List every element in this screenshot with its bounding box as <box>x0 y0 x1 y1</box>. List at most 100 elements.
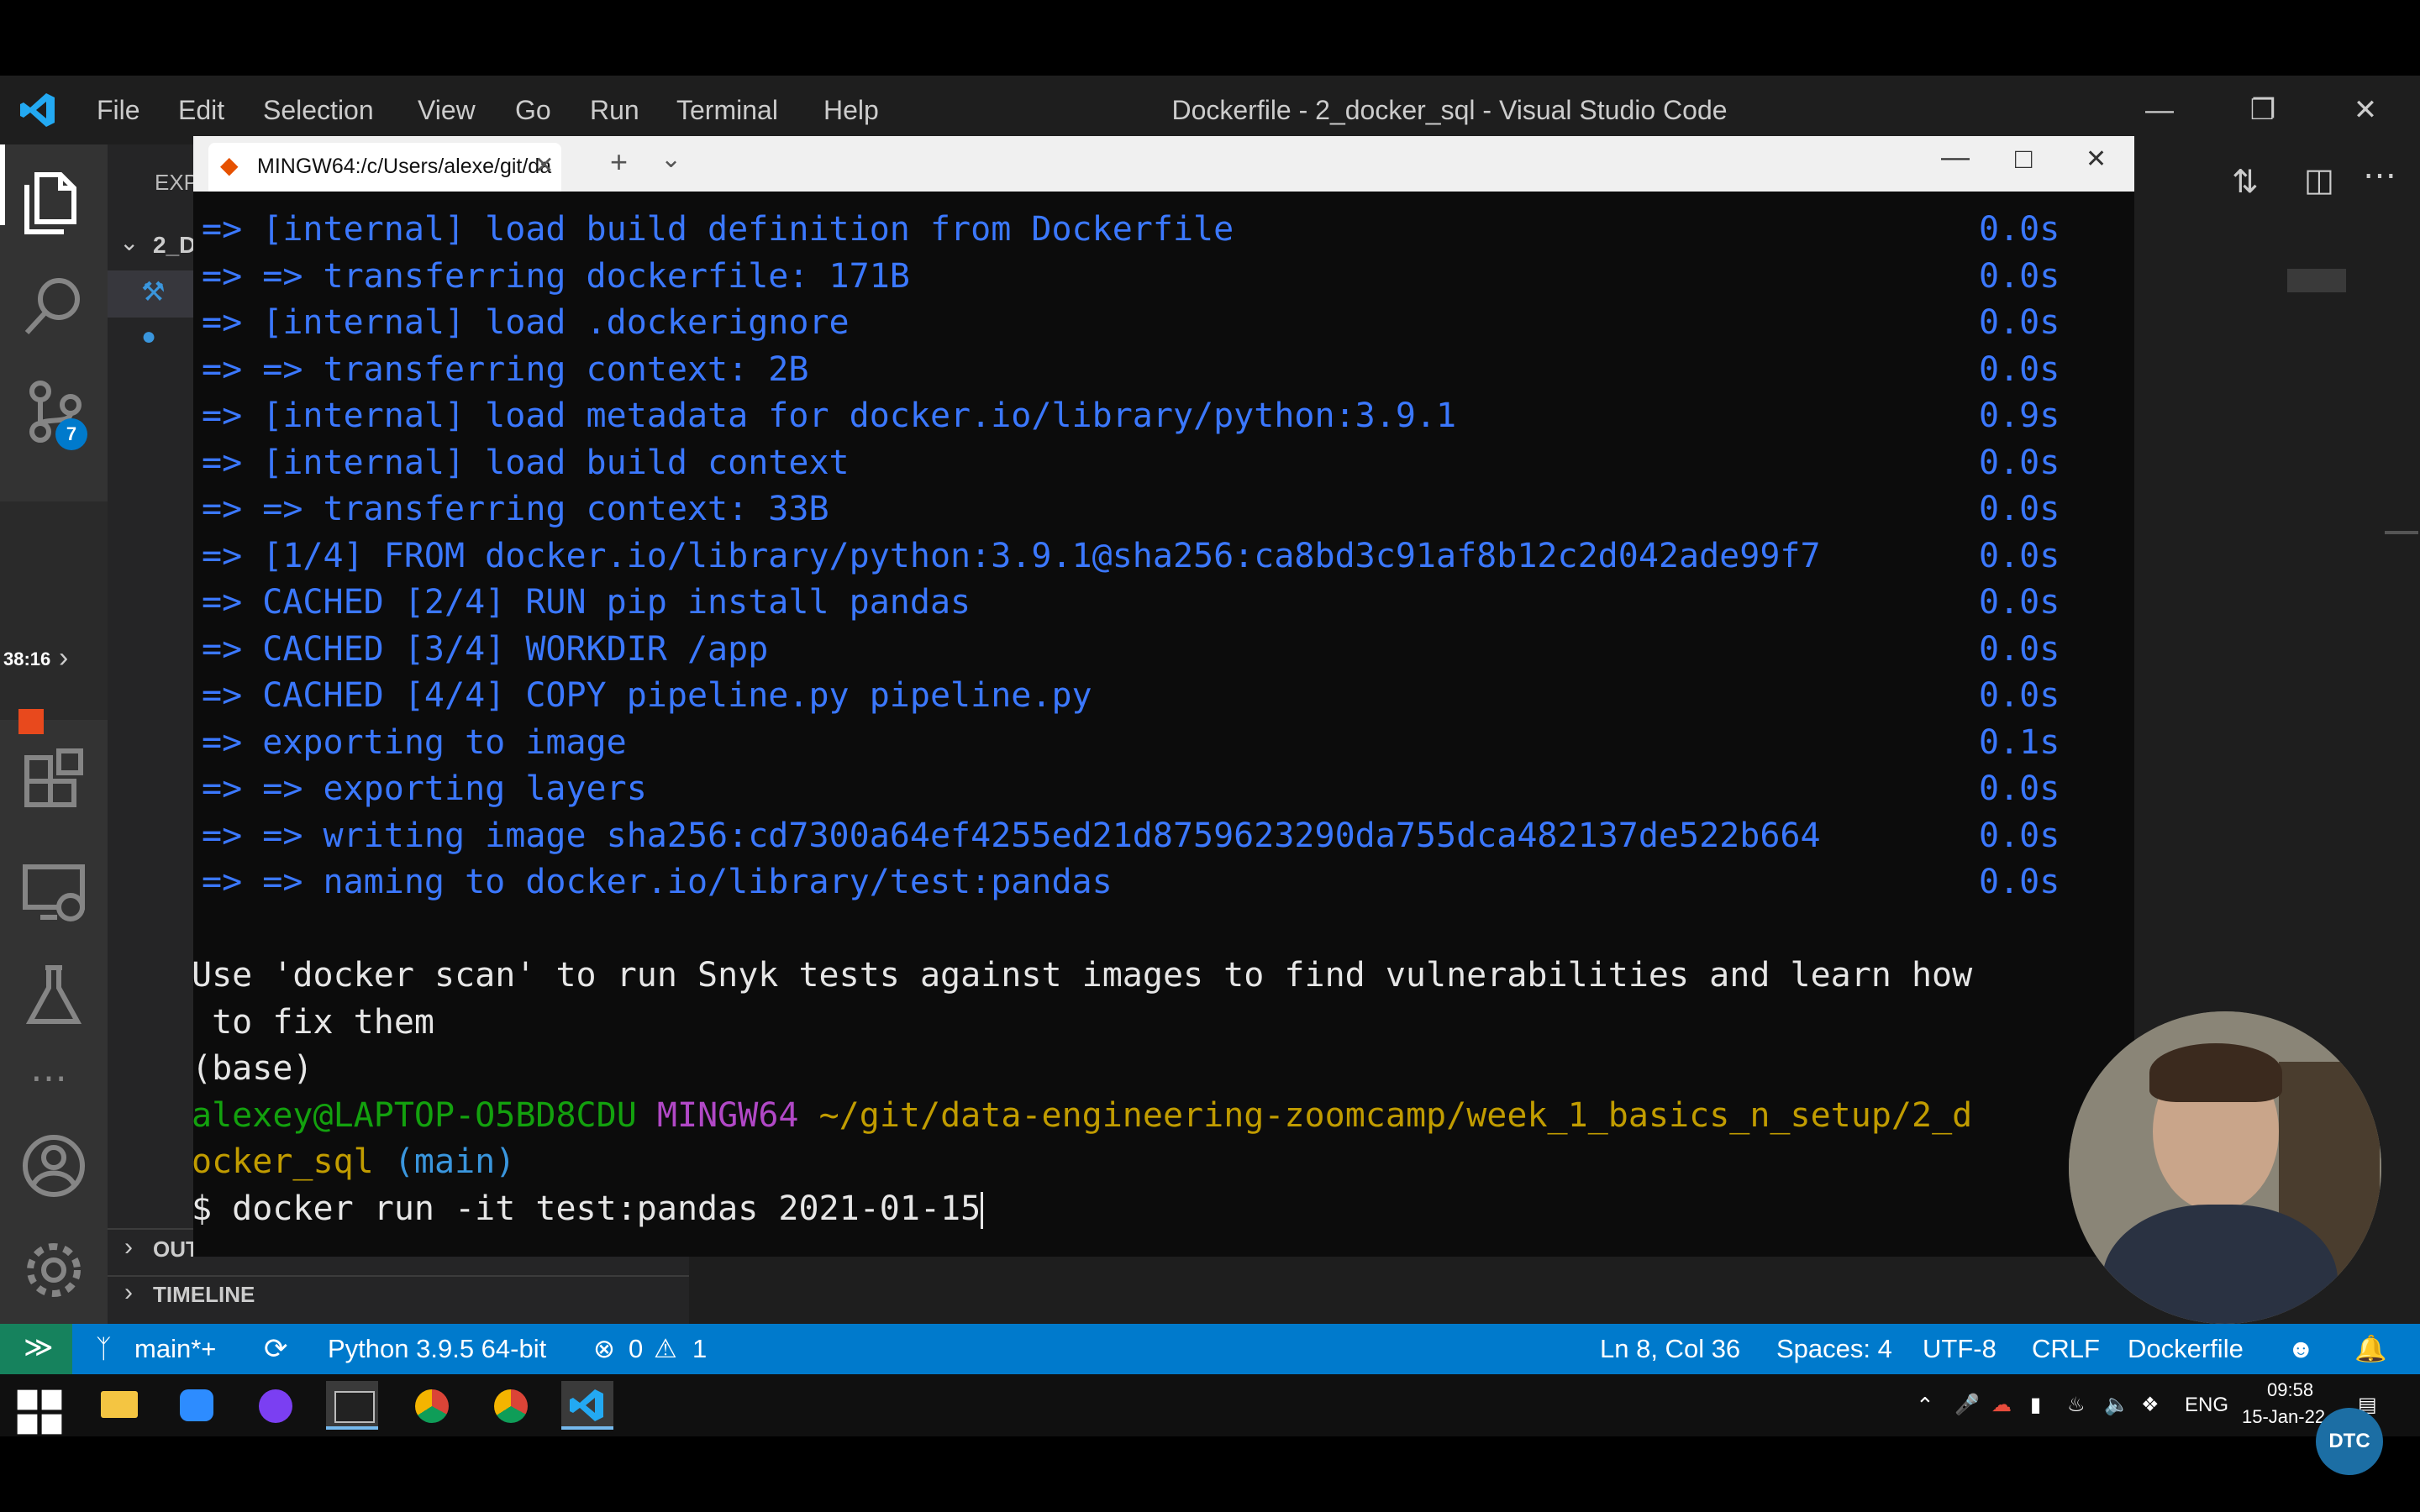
active-indicator <box>0 144 5 225</box>
chevron-up-icon[interactable]: ⌃ <box>1916 1374 1934 1436</box>
vscode-logo-icon <box>20 93 55 127</box>
build-time: 0.0s <box>1979 583 2060 622</box>
terminal-tab-bar: ◆ MINGW64:/c/Users/alexe/git/da ✕ + ⌄ — … <box>193 136 2134 192</box>
sync-icon[interactable]: ⟳ <box>264 1324 288 1374</box>
warning-count[interactable]: 1 <box>692 1324 707 1374</box>
menu-help[interactable]: Help <box>823 76 879 144</box>
git-branch[interactable]: main*+ <box>134 1324 216 1374</box>
remote-explorer-icon[interactable] <box>20 857 87 924</box>
explorer-icon[interactable] <box>20 168 87 235</box>
split-editor-icon[interactable]: ◫ <box>2304 161 2334 199</box>
volume-icon[interactable]: 🔈 <box>2104 1374 2129 1436</box>
vscode-taskbar-icon[interactable] <box>561 1381 613 1430</box>
chevron-right-icon[interactable]: › <box>124 1278 133 1307</box>
zoom-icon[interactable] <box>170 1381 222 1430</box>
python-interpreter[interactable]: Python 3.9.5 64-bit <box>328 1324 546 1374</box>
chrome-profile-icon[interactable] <box>484 1381 536 1430</box>
feedback-icon[interactable]: ☻ <box>2287 1324 2315 1374</box>
chevron-down-icon[interactable]: ⌄ <box>119 228 139 256</box>
maximize-icon[interactable]: □ <box>2015 143 2033 176</box>
restore-icon[interactable]: ❐ <box>2229 76 2296 144</box>
indentation[interactable]: Spaces: 4 <box>1776 1324 1892 1374</box>
more-icon[interactable]: ⋯ <box>30 1057 67 1100</box>
chrome-icon[interactable] <box>405 1381 457 1430</box>
recording-timer: 38:16 <box>3 648 51 669</box>
encoding[interactable]: UTF-8 <box>1923 1324 1996 1374</box>
menu-go[interactable]: Go <box>515 76 551 144</box>
build-line: => CACHED [3/4] WORKDIR /app <box>202 630 769 669</box>
menu-run[interactable]: Run <box>590 76 639 144</box>
build-time: 0.0s <box>1979 257 2060 296</box>
settings-gear-icon[interactable] <box>20 1236 87 1304</box>
menu-file[interactable]: File <box>97 76 140 144</box>
divider <box>108 1275 689 1277</box>
language-mode[interactable]: Dockerfile <box>2128 1324 2244 1374</box>
menu-view[interactable]: View <box>418 76 476 144</box>
minimize-icon[interactable]: — <box>1941 141 1970 174</box>
cloud-sync-icon[interactable]: ☁ <box>1991 1374 2012 1436</box>
chevron-right-icon[interactable]: › <box>124 1233 133 1262</box>
dropbox-icon[interactable]: ❖ <box>2141 1374 2160 1436</box>
workspace-folder[interactable]: 2_D <box>153 232 196 259</box>
battery-icon[interactable]: ▮ <box>2030 1374 2041 1436</box>
chevron-down-icon[interactable]: ⌄ <box>660 144 681 174</box>
build-line: => => transferring context: 2B <box>202 350 809 389</box>
run-debug-overlay <box>0 501 108 720</box>
search-icon[interactable] <box>20 272 87 339</box>
more-actions-icon[interactable]: ⋯ <box>2363 156 2396 195</box>
minimize-icon[interactable]: — <box>2126 76 2193 144</box>
input-language[interactable]: ENG <box>2185 1374 2228 1436</box>
build-line: => [internal] load build context <box>202 444 850 482</box>
extensions-icon[interactable] <box>20 748 87 815</box>
build-line: => => writing image sha256:cd7300a64ef42… <box>202 816 1821 855</box>
remote-icon: ≫ <box>24 1331 54 1363</box>
accounts-icon[interactable] <box>20 1132 87 1200</box>
clock-time[interactable]: 09:58 <box>2267 1379 2313 1401</box>
vscode-titlebar: File Edit Selection View Go Run Terminal… <box>0 76 2420 144</box>
menu-edit[interactable]: Edit <box>178 76 224 144</box>
file-explorer-icon[interactable] <box>92 1381 145 1430</box>
terminal-output[interactable]: => [internal] load build definition from… <box>192 192 2126 1257</box>
cursor-position[interactable]: Ln 8, Col 36 <box>1600 1324 1740 1374</box>
explorer-title: EXP <box>155 170 199 195</box>
menu-selection[interactable]: Selection <box>263 76 374 144</box>
terminal-taskbar-icon[interactable] <box>326 1381 378 1430</box>
build-time: 0.0s <box>1979 769 2060 808</box>
close-icon[interactable]: ✕ <box>2332 76 2399 144</box>
build-line: => => transferring dockerfile: 171B <box>202 257 910 296</box>
scrollbar-thumb[interactable] <box>2385 531 2418 534</box>
wifi-icon[interactable]: ♨ <box>2067 1374 2086 1436</box>
testing-icon[interactable] <box>20 961 87 1028</box>
chevron-right-icon: › <box>59 642 69 674</box>
build-time: 0.0s <box>1979 444 2060 482</box>
conda-env: (base) <box>192 1049 313 1088</box>
notifications-bell-icon[interactable]: 🔔 <box>2354 1324 2387 1374</box>
person-hair <box>2149 1043 2282 1102</box>
error-count[interactable]: 0 <box>629 1324 643 1374</box>
timeline-section[interactable]: TIMELINE <box>153 1282 255 1308</box>
dtc-badge: DTC <box>2316 1408 2383 1475</box>
clock-date[interactable]: 15-Jan-22 <box>2242 1406 2325 1428</box>
remote-indicator[interactable]: ≫ <box>0 1324 72 1374</box>
menu-terminal[interactable]: Terminal <box>676 76 778 144</box>
open-changes-icon[interactable]: ⇅ <box>2232 163 2259 201</box>
prompt-path: ~/git/data-engineering-zoomcamp/week_1_b… <box>818 1096 1973 1135</box>
line-ending[interactable]: CRLF <box>2032 1324 2100 1374</box>
status-bar: ≫ ᛉ main*+ ⟳ Python 3.9.5 64-bit ⊗ 0 ⚠ 1… <box>0 1324 2420 1374</box>
activity-bar: 7 38:16 › ⋯ <box>0 144 108 1324</box>
obs-icon[interactable] <box>249 1381 301 1430</box>
windows-start-icon[interactable] <box>13 1388 66 1436</box>
minimap <box>2287 269 2346 292</box>
terminal-tab[interactable]: ◆ MINGW64:/c/Users/alexe/git/da ✕ <box>208 143 561 192</box>
new-tab-icon[interactable]: + <box>610 144 628 180</box>
text-cursor <box>981 1192 984 1229</box>
build-time: 0.0s <box>1979 210 2060 249</box>
close-icon[interactable]: ✕ <box>2086 144 2107 174</box>
stop-recording-icon[interactable] <box>18 709 44 734</box>
scm-badge: 7 <box>55 418 87 450</box>
command-line[interactable]: $ docker run -it test:pandas 2021-01-15 <box>192 1186 984 1233</box>
build-line: => [1/4] FROM docker.io/library/python:3… <box>202 537 1821 575</box>
close-tab-icon[interactable]: ✕ <box>534 151 554 179</box>
microphone-icon[interactable]: 🎤 <box>1954 1374 1980 1436</box>
build-line: => [internal] load build definition from… <box>202 210 1234 249</box>
